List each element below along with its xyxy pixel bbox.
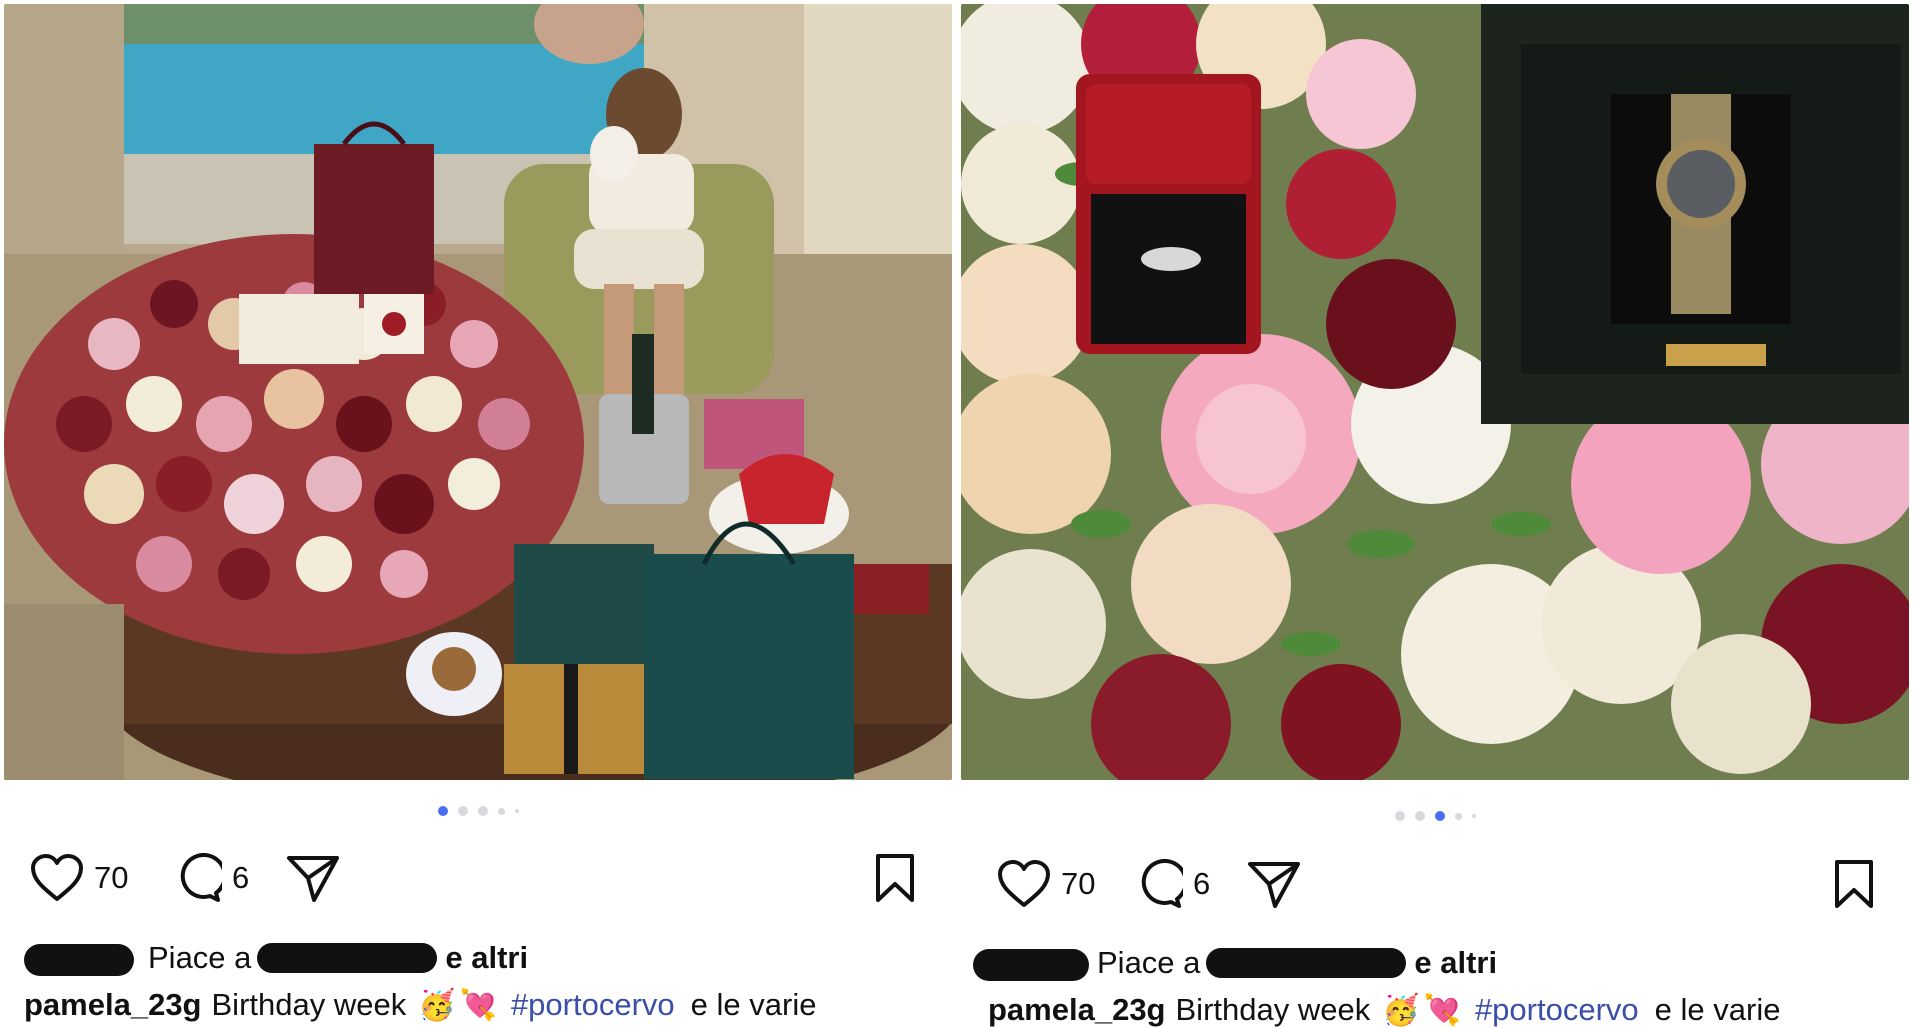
like-count: 70 [1061, 866, 1096, 901]
post-caption: pamela_23g Birthday week 🥳 💘 #portocervo… [988, 990, 1908, 1028]
liked-by-line: Piace a e altri [24, 938, 944, 978]
comment-icon[interactable] [1133, 859, 1183, 909]
bookmark-icon[interactable] [1833, 859, 1875, 909]
carousel-dot [1394, 811, 1405, 821]
partying-face-emoji: 🥳 [1382, 993, 1420, 1027]
caption-hashtag[interactable]: #portocervo [1475, 992, 1639, 1028]
carousel-dot [514, 809, 519, 813]
like-action[interactable]: 70 [30, 848, 128, 908]
carousel-dot [457, 806, 468, 816]
carousel-indicator [0, 805, 956, 817]
bookmark-icon[interactable] [874, 853, 916, 903]
caption-username[interactable]: pamela_23g [988, 992, 1166, 1028]
carousel-dot [1414, 811, 1425, 821]
liked-by-suffix[interactable]: e altri [445, 940, 528, 976]
caption-tail: e le varie [1654, 992, 1781, 1027]
caption-text: Birthday week [1175, 992, 1371, 1027]
liker-name-redacted[interactable] [257, 943, 438, 973]
heart-arrow-emoji: 💘 [1423, 993, 1461, 1027]
comment-count: 6 [1193, 866, 1211, 901]
post-caption: pamela_23g Birthday week 🥳 💘 #portocervo… [24, 985, 944, 1025]
send-icon[interactable] [286, 853, 340, 903]
like-action[interactable]: 70 [997, 854, 1095, 914]
post-left: 70 6 Piace a e altri pamela_23g Birthday… [0, 0, 956, 1028]
carousel-dot [1454, 812, 1462, 820]
carousel-indicator [957, 810, 1913, 822]
caption-text: Birthday week [211, 987, 407, 1022]
heart-icon[interactable] [30, 853, 84, 903]
caption-tail: e le varie [690, 987, 817, 1022]
comment-count: 6 [232, 860, 250, 895]
liker-avatars-redacted[interactable] [973, 945, 1091, 981]
action-bar: 70 6 [0, 848, 956, 908]
save-action[interactable] [874, 848, 916, 908]
carousel-dot [497, 807, 505, 815]
post-photo-birthday-table[interactable] [4, 4, 952, 780]
partying-face-emoji: 🥳 [418, 988, 456, 1022]
send-icon[interactable] [1247, 859, 1301, 909]
liked-by-suffix[interactable]: e altri [1414, 945, 1497, 981]
post-right: 70 6 Piace a e altri pamela_23g Birthday… [957, 0, 1913, 1028]
photo-scene [4, 4, 952, 780]
post-photo-gifts-flowers[interactable] [961, 4, 1909, 780]
carousel-dot [477, 806, 488, 816]
comment-icon[interactable] [172, 853, 222, 903]
liked-by-line: Piace a e altri [973, 943, 1893, 983]
caption-hashtag[interactable]: #portocervo [511, 987, 675, 1023]
like-count: 70 [94, 860, 129, 895]
liker-name-redacted[interactable] [1206, 948, 1407, 978]
action-bar: 70 6 [957, 854, 1913, 914]
carousel-dot [437, 806, 448, 816]
caption-username[interactable]: pamela_23g [24, 987, 202, 1023]
save-action[interactable] [1833, 854, 1875, 914]
share-action[interactable] [286, 848, 340, 908]
liked-by-prefix: Piace a [148, 940, 252, 975]
carousel-dot [1471, 814, 1476, 818]
comment-action[interactable]: 6 [1133, 854, 1210, 914]
liked-by-prefix: Piace a [1097, 945, 1201, 980]
carousel-dot [1434, 811, 1445, 821]
share-action[interactable] [1247, 854, 1301, 914]
liker-avatars-redacted[interactable] [24, 940, 142, 976]
comment-action[interactable]: 6 [172, 848, 249, 908]
photo-scene [961, 4, 1909, 780]
heart-arrow-emoji: 💘 [459, 988, 497, 1022]
heart-icon[interactable] [997, 859, 1051, 909]
